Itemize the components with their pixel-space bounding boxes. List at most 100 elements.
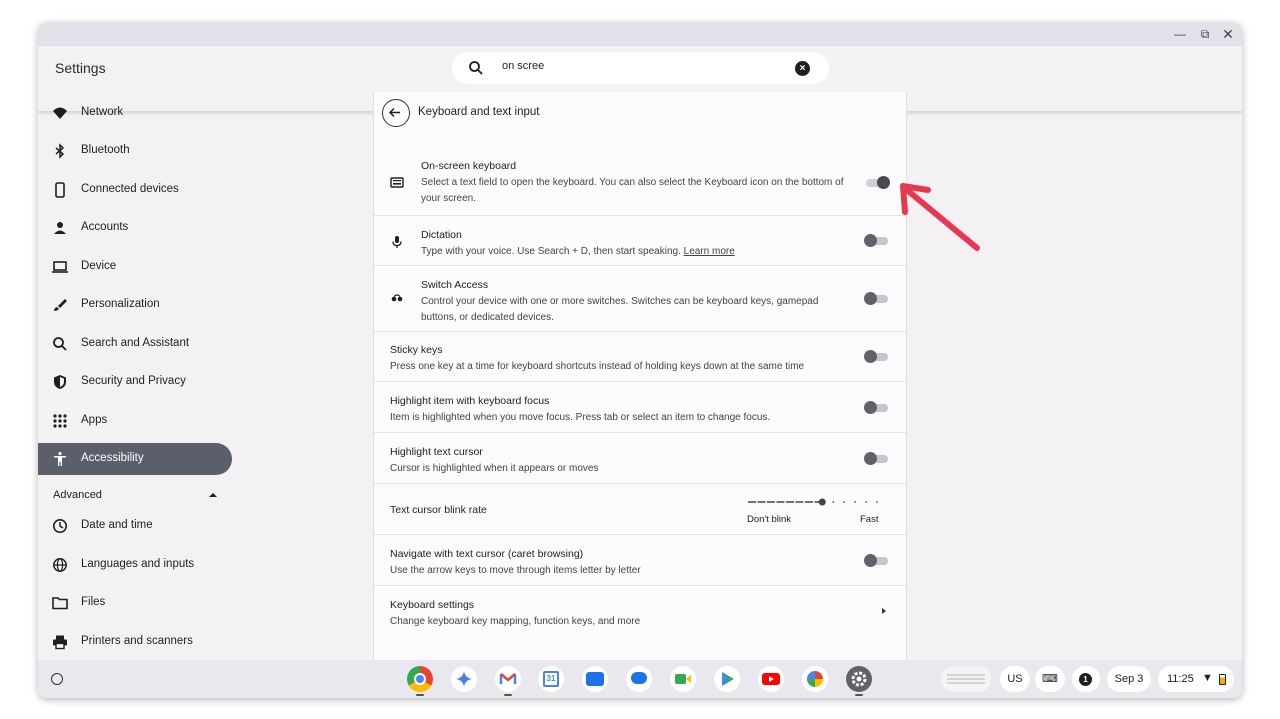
sidebar-item-security-and-privacy[interactable]: Security and Privacy (38, 366, 232, 398)
sidebar-item-date-and-time[interactable]: Date and time (38, 510, 232, 542)
sidebar-item-network[interactable]: Network (38, 97, 232, 129)
gmail-icon[interactable] (495, 666, 521, 692)
youtube-icon[interactable] (758, 666, 784, 692)
calendar-day: 31 (543, 671, 559, 687)
sidebar-item-label: Security and Privacy (81, 375, 186, 387)
sidebar-item-device[interactable]: Device (38, 251, 232, 283)
files-icon[interactable] (582, 666, 608, 692)
settings-icon[interactable] (846, 666, 872, 692)
battery-icon (1219, 674, 1226, 685)
sidebar-item-accounts[interactable]: Accounts (38, 212, 232, 244)
app-title: Settings (55, 60, 106, 76)
sidebar-item-apps[interactable]: Apps (38, 405, 232, 437)
status-area[interactable]: 11:25 ▼ (1158, 666, 1234, 692)
setting-description: Use the arrow keys to move through items… (390, 565, 641, 576)
on-screen-keyboard-toggle[interactable] (866, 176, 890, 189)
youtube-play (762, 673, 780, 685)
sidebar-item-files[interactable]: Files (38, 587, 232, 619)
camera-lens (686, 675, 691, 683)
setting-row-keyboard-settings[interactable]: Keyboard settings Change keyboard key ma… (374, 585, 906, 636)
keyboard-text-input-panel: Keyboard and text input On-screen keyboa… (373, 92, 907, 660)
setting-description: Press one key at a time for keyboard sho… (390, 361, 805, 372)
messages-icon[interactable] (626, 666, 652, 692)
highlight-keyboard-focus-toggle[interactable] (864, 401, 888, 414)
meet-icon[interactable] (670, 666, 696, 692)
toggle-knob (877, 176, 890, 189)
setting-title: Sticky keys (390, 344, 443, 356)
caret-browsing-toggle[interactable] (864, 554, 888, 567)
slider-tick (865, 501, 867, 503)
search-icon (469, 61, 483, 75)
sidebar-item-connected-devices[interactable]: Connected devices (38, 174, 232, 206)
shield-icon (54, 375, 66, 389)
toggle-knob (864, 401, 877, 414)
accessibility-icon (54, 451, 66, 466)
play-store-icon[interactable] (714, 666, 740, 692)
phone-icon (55, 182, 65, 198)
highlight-text-cursor-toggle[interactable] (864, 452, 888, 465)
chrome-icon[interactable] (407, 666, 433, 692)
date-button[interactable]: Sep 3 (1107, 666, 1151, 692)
sidebar-item-printers-and-scanners[interactable]: Printers and scanners (38, 626, 232, 658)
sidebar-item-label: Search and Assistant (81, 337, 190, 349)
setting-row-switch-access: Switch Access Control your device with o… (374, 265, 906, 331)
mic-icon (392, 236, 402, 248)
setting-row-highlight-text-cursor: Highlight text cursor Cursor is highligh… (374, 432, 906, 483)
switch-access-icon (391, 294, 403, 302)
slider-tick (854, 501, 856, 503)
keyboard-icon: ⌨ (1042, 673, 1058, 685)
running-indicator (416, 694, 424, 696)
setting-title: Dictation (421, 229, 462, 241)
sidebar-item-personalization[interactable]: Personalization (38, 289, 232, 321)
camera-body (675, 674, 686, 684)
holding-space-thumbnail[interactable] (941, 666, 991, 692)
search-input[interactable] (502, 60, 782, 72)
launcher-button[interactable] (51, 673, 63, 685)
sidebar-item-languages-and-inputs[interactable]: Languages and inputs (38, 549, 232, 581)
setting-description: Cursor is highlighted when it appears or… (390, 463, 599, 474)
advanced-section-toggle[interactable]: Advanced (53, 489, 102, 501)
gemini-icon[interactable] (451, 666, 477, 692)
slider-knob (818, 498, 826, 506)
page-title: Keyboard and text input (418, 106, 540, 118)
dictation-toggle[interactable] (864, 234, 888, 247)
back-button[interactable] (382, 99, 410, 127)
switch-access-toggle[interactable] (864, 292, 888, 305)
ime-indicator[interactable]: US (1000, 666, 1030, 692)
settings-window: — ⧉ ✕ Settings × Network Bluetooth Conne… (38, 22, 1242, 698)
sidebar-item-label: Bluetooth (81, 144, 130, 156)
chevron-right-icon (882, 608, 886, 614)
photos-icon[interactable] (802, 666, 828, 692)
virtual-keyboard-button[interactable]: ⌨ (1035, 666, 1065, 692)
setting-row-dictation: Dictation Type with your voice. Use Sear… (374, 215, 906, 265)
caret-up-icon[interactable] (209, 493, 217, 497)
notification-badge[interactable]: 1 (1072, 666, 1100, 692)
toggle-knob (864, 292, 877, 305)
sidebar-item-search-and-assistant[interactable]: Search and Assistant (38, 328, 232, 360)
sticky-keys-toggle[interactable] (864, 350, 888, 363)
minimize-icon[interactable]: — (1171, 25, 1189, 43)
close-icon[interactable]: ✕ (1219, 25, 1237, 43)
learn-more-link[interactable]: Learn more (684, 246, 735, 257)
sidebar-item-label: Personalization (81, 298, 160, 310)
slider-tick (876, 501, 878, 503)
slider-min-label: Don't blink (747, 514, 792, 525)
calendar-icon[interactable]: 31 (538, 666, 564, 692)
setting-title: Switch Access (421, 279, 489, 291)
maximize-icon[interactable]: ⧉ (1196, 25, 1214, 43)
clear-search-icon[interactable]: × (795, 61, 810, 76)
sidebar-item-bluetooth[interactable]: Bluetooth (38, 135, 232, 167)
blink-rate-slider[interactable] (747, 497, 879, 507)
setting-row-caret-browsing: Navigate with text cursor (caret browsin… (374, 534, 906, 585)
sidebar-item-accessibility[interactable]: Accessibility (38, 443, 232, 475)
search-box[interactable]: × (452, 52, 829, 84)
setting-title: Highlight text cursor (390, 446, 483, 458)
setting-description: Change keyboard key mapping, function ke… (390, 616, 641, 627)
folder-shape (586, 672, 604, 686)
bubble-shape (631, 672, 647, 684)
printer-icon (53, 635, 67, 650)
brush-icon (54, 299, 67, 311)
toggle-knob (864, 554, 877, 567)
globe-icon (53, 558, 67, 572)
setting-row-highlight-keyboard-focus: Highlight item with keyboard focus Item … (374, 381, 906, 432)
